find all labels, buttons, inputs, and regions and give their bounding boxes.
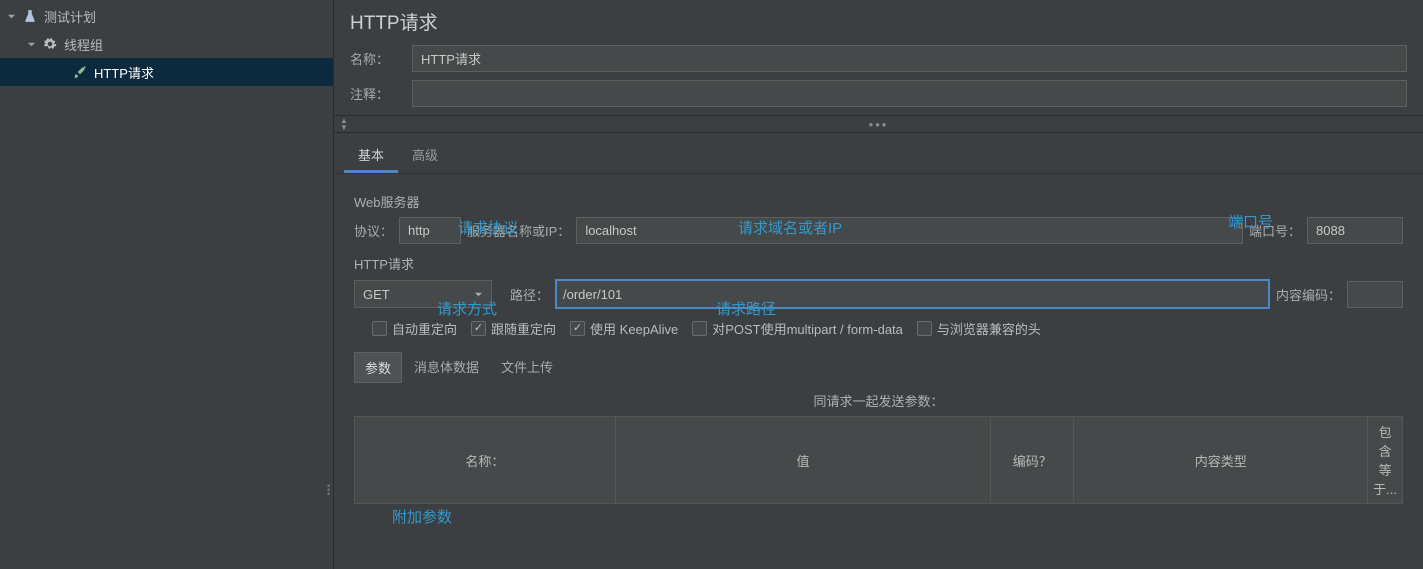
subtab-params[interactable]: 参数: [354, 352, 402, 383]
path-label: 路径：: [510, 285, 549, 304]
method-select[interactable]: GET: [354, 280, 492, 308]
params-section-title: 同请求一起发送参数：: [354, 391, 1403, 410]
col-include[interactable]: 包含等于...: [1368, 417, 1403, 504]
drag-dots-icon: •••: [869, 117, 889, 132]
tree-item-threadgroup[interactable]: 线程组: [0, 30, 333, 58]
port-label: 端口号：: [1249, 221, 1301, 240]
col-ctype[interactable]: 内容类型: [1074, 417, 1368, 504]
server-label: 服务器名称或IP：: [467, 221, 570, 240]
checkbox-keepalive[interactable]: 使用 KeepAlive: [570, 319, 678, 338]
flask-icon: [22, 8, 38, 24]
cb-label: 使用 KeepAlive: [590, 319, 678, 338]
webserver-section-title: Web服务器: [354, 192, 1403, 211]
method-value: GET: [363, 287, 390, 302]
param-subtabs: 参数 消息体数据 文件上传: [354, 352, 1403, 383]
chevron-down-icon: [6, 11, 16, 21]
server-input[interactable]: [576, 217, 1243, 244]
checkbox-multipart[interactable]: 对POST使用multipart / form-data: [692, 319, 903, 338]
splitter-horizontal[interactable]: ▲▼ •••: [334, 115, 1423, 133]
protocol-label: 协议：: [354, 221, 393, 240]
port-input[interactable]: [1307, 217, 1403, 244]
tree-item-testplan[interactable]: 测试计划: [0, 2, 333, 30]
gear-icon: [42, 36, 58, 52]
encoding-input[interactable]: [1347, 281, 1403, 308]
path-input[interactable]: [555, 279, 1270, 309]
httpreq-section-title: HTTP请求: [354, 254, 1403, 273]
cb-label: 跟随重定向: [491, 319, 556, 338]
col-value[interactable]: 值: [615, 417, 990, 504]
main-panel: HTTP请求 名称： 注释： ▲▼ ••• 基本 高级 Web服务器 协议： 服…: [334, 0, 1423, 569]
splitter-handle-vertical[interactable]: •••: [327, 484, 330, 496]
col-name[interactable]: 名称：: [355, 417, 616, 504]
params-table: 名称： 值 编码？ 内容类型 包含等于...: [354, 416, 1403, 504]
protocol-input[interactable]: [399, 217, 461, 244]
dropper-icon: [72, 64, 88, 80]
checkbox-follow-redirect[interactable]: 跟随重定向: [471, 319, 556, 338]
name-label: 名称：: [350, 49, 404, 68]
expand-arrows-icon: ▲▼: [340, 117, 348, 131]
subtab-files[interactable]: 文件上传: [491, 352, 563, 383]
subtab-body[interactable]: 消息体数据: [404, 352, 489, 383]
caret-down-icon: [474, 287, 483, 302]
cb-label: 自动重定向: [392, 319, 457, 338]
comment-input[interactable]: [412, 80, 1407, 107]
tree-label: 测试计划: [44, 7, 96, 26]
chevron-down-icon: [26, 39, 36, 49]
checkbox-auto-redirect[interactable]: 自动重定向: [372, 319, 457, 338]
tab-advanced[interactable]: 高级: [398, 139, 452, 173]
page-title: HTTP请求: [350, 8, 1407, 35]
config-tabs: 基本 高级: [334, 139, 1423, 174]
tree-panel: 测试计划 线程组 HTTP请求: [0, 0, 334, 569]
tree-label: 线程组: [64, 35, 103, 54]
comment-label: 注释：: [350, 84, 404, 103]
tree-label: HTTP请求: [94, 63, 154, 82]
encoding-label: 内容编码：: [1276, 285, 1341, 304]
name-input[interactable]: [412, 45, 1407, 72]
col-encode[interactable]: 编码？: [991, 417, 1074, 504]
tree-item-httprequest[interactable]: HTTP请求: [0, 58, 333, 86]
cb-label: 与浏览器兼容的头: [937, 319, 1041, 338]
cb-label: 对POST使用multipart / form-data: [712, 319, 903, 338]
tab-basic[interactable]: 基本: [344, 139, 398, 173]
checkbox-browser-compat[interactable]: 与浏览器兼容的头: [917, 319, 1041, 338]
